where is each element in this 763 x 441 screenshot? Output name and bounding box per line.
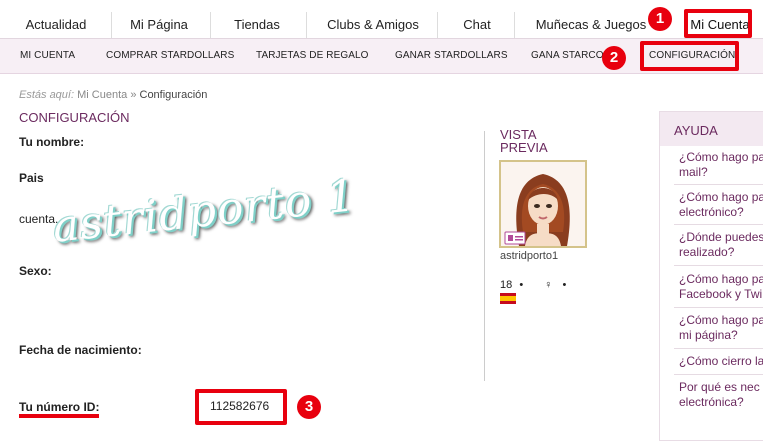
nav-divider bbox=[210, 12, 211, 38]
subnav-comprar-stardollars[interactable]: COMPRAR STARDOLLARS bbox=[106, 39, 234, 73]
nav-divider bbox=[437, 12, 438, 38]
nav-munecas-juegos[interactable]: Muñecas & Juegos bbox=[530, 0, 652, 38]
help-question[interactable]: ¿Cómo hago pa mail? bbox=[679, 150, 763, 180]
help-title: AYUDA bbox=[660, 112, 763, 146]
help-divider bbox=[674, 348, 763, 349]
watermark-text: astridporto 1 bbox=[50, 170, 359, 253]
help-divider bbox=[674, 307, 763, 308]
page-title: CONFIGURACIÓN bbox=[19, 110, 130, 125]
account-text: cuenta. bbox=[19, 212, 59, 226]
nav-divider bbox=[306, 12, 307, 38]
breadcrumb-separator: » bbox=[130, 89, 137, 101]
breadcrumb: Estás aquí: Mi Cuenta » Configuración bbox=[19, 89, 207, 101]
subnav-gana-starcoins[interactable]: GANA STARCOI bbox=[531, 39, 606, 73]
id-label: Tu número ID: bbox=[19, 400, 100, 414]
birth-date-label: Fecha de nacimiento: bbox=[19, 343, 142, 357]
subnav-ganar-stardollars[interactable]: GANAR STARDOLLARS bbox=[395, 39, 508, 73]
age-value: 18 bbox=[500, 279, 513, 291]
step-badge-3: 3 bbox=[297, 395, 321, 419]
name-label: Tu nombre: bbox=[19, 135, 85, 149]
highlight-box-configuracion bbox=[640, 41, 739, 71]
nav-divider bbox=[514, 12, 515, 38]
spain-flag-icon bbox=[500, 293, 516, 304]
preview-username[interactable]: astridporto1 bbox=[500, 250, 558, 262]
step-badge-1: 1 bbox=[648, 7, 672, 31]
nav-divider bbox=[111, 12, 112, 38]
id-value: 112582676 bbox=[210, 399, 270, 413]
help-question[interactable]: ¿Cómo hago pa electrónico? bbox=[679, 190, 763, 220]
subnav-mi-cuenta[interactable]: MI CUENTA bbox=[20, 39, 75, 73]
nav-tiendas[interactable]: Tiendas bbox=[222, 0, 292, 38]
breadcrumb-lead: Estás aquí: bbox=[19, 89, 75, 101]
help-divider bbox=[674, 224, 763, 225]
nav-chat[interactable]: Chat bbox=[456, 0, 498, 38]
breadcrumb-link-mi-cuenta[interactable]: Mi Cuenta bbox=[77, 89, 127, 101]
help-divider bbox=[674, 184, 763, 185]
avatar-doll-image bbox=[501, 162, 585, 246]
sex-label: Sexo: bbox=[19, 264, 52, 278]
help-question[interactable]: ¿Cómo cierro la bbox=[679, 354, 763, 369]
avatar[interactable] bbox=[499, 160, 587, 248]
step-badge-2: 2 bbox=[602, 46, 626, 70]
subnav-tarjetas-regalo[interactable]: TARJETAS DE REGALO bbox=[256, 39, 369, 73]
highlight-box-mi-cuenta bbox=[684, 9, 752, 38]
nav-actualidad[interactable]: Actualidad bbox=[14, 0, 98, 38]
column-divider bbox=[484, 131, 485, 381]
help-question[interactable]: ¿Cómo hago pa Facebook y Twi bbox=[679, 272, 763, 302]
help-question[interactable]: ¿Cómo hago pa mi página? bbox=[679, 313, 763, 343]
preview-title: VISTA PREVIA bbox=[500, 127, 548, 155]
help-divider bbox=[674, 374, 763, 375]
nav-mi-pagina[interactable]: Mi Página bbox=[120, 0, 198, 38]
bullet-separator: • bbox=[519, 279, 524, 291]
female-gender-icon: ♀ bbox=[544, 279, 553, 291]
breadcrumb-current: Configuración bbox=[139, 89, 208, 101]
id-label-underline bbox=[19, 414, 99, 418]
country-label: Pais bbox=[19, 171, 44, 185]
help-panel: AYUDA ¿Cómo hago pa mail? ¿Cómo hago pa … bbox=[659, 111, 763, 441]
help-divider bbox=[674, 265, 763, 266]
nav-clubs-amigos[interactable]: Clubs & Amigos bbox=[318, 0, 428, 38]
help-question[interactable]: Por qué es nec electrónica? bbox=[679, 380, 763, 410]
help-question[interactable]: ¿Dónde puedes realizado? bbox=[679, 230, 763, 260]
bullet-separator: • bbox=[562, 279, 567, 291]
preview-stats: 18 • ♀ • bbox=[500, 279, 566, 291]
